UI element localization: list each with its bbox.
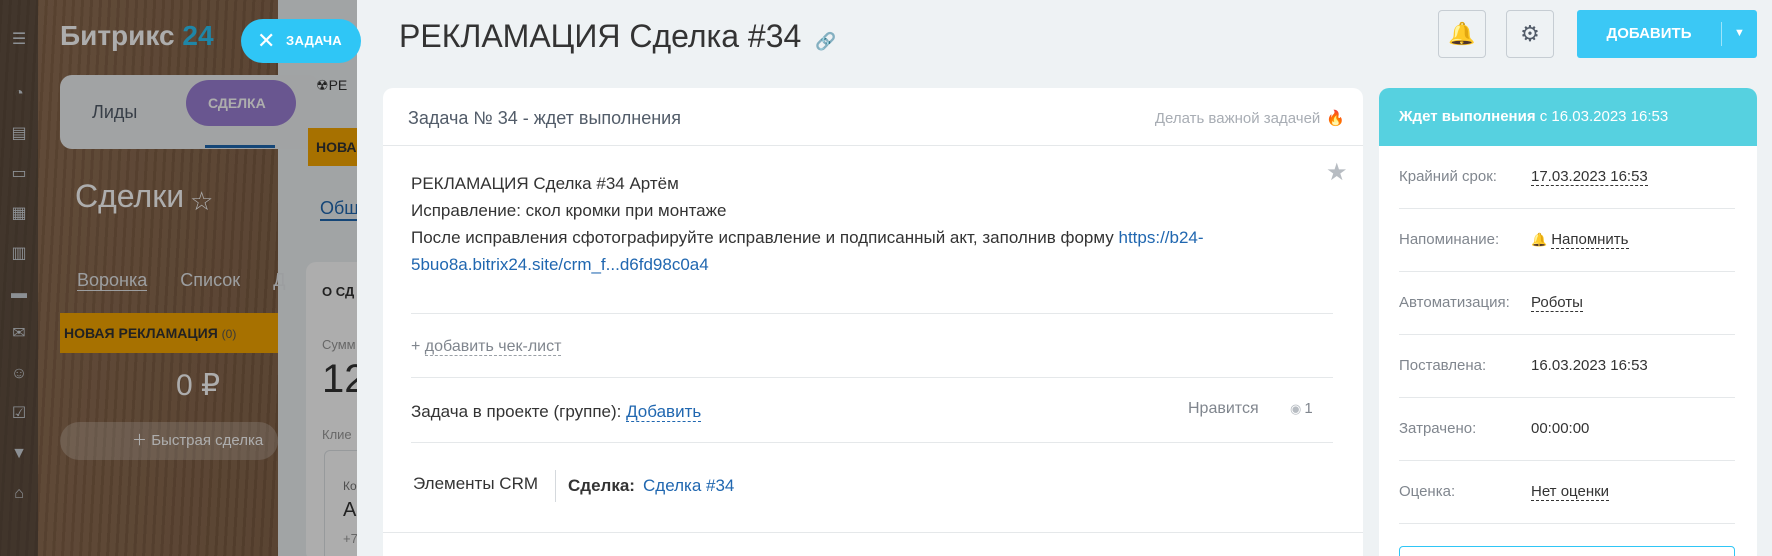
crm-elements-label: Элементы CRM [413, 474, 539, 493]
created-row: Поставлена: 16.03.2023 16:53 [1399, 335, 1735, 398]
project-row: Задача в проекте (группе): Добавить [411, 402, 702, 422]
favorite-star-icon[interactable]: ★ [1326, 158, 1348, 187]
crm-deal-link[interactable]: Сделка #34 [643, 476, 734, 496]
notification-bell-button[interactable]: 🔔 [1438, 10, 1486, 58]
views-counter: ◉ 1 [1290, 400, 1313, 417]
task-sidebar: Ждет выполнения с 16.03.2023 16:53 Крайн… [1379, 88, 1757, 556]
divider [383, 532, 1363, 533]
rating-link[interactable]: Нет оценки [1531, 483, 1610, 501]
remind-link[interactable]: Напомнить [1551, 231, 1629, 249]
copy-link-icon[interactable]: 🔗 [815, 32, 836, 51]
deadline-row: Крайний срок: 17.03.2023 16:53 [1399, 146, 1735, 209]
task-card: Задача № 34 - ждет выполнения Делать важ… [383, 88, 1363, 556]
robots-link[interactable]: Роботы [1531, 294, 1583, 312]
close-task-slider-button[interactable]: ✕ ЗАДАЧА [241, 19, 361, 63]
task-header: Задача № 34 - ждет выполнения Делать важ… [383, 88, 1363, 146]
eye-icon: ◉ [1290, 401, 1302, 416]
make-important-link[interactable]: Делать важной задачей 🔥 [1155, 109, 1345, 127]
task-description: РЕКЛАМАЦИЯ Сделка #34 Артём Исправление:… [411, 174, 1204, 274]
project-add-link[interactable]: Добавить [626, 402, 702, 422]
reminder-row: Напоминание: 🔔 Напомнить [1399, 209, 1735, 272]
crm-deal-label: Сделка: [568, 476, 635, 495]
bell-icon: 🔔 [1531, 232, 1548, 247]
crm-separator [555, 470, 556, 502]
plus-icon: + [411, 338, 421, 355]
rating-row: Оценка: Нет оценки [1399, 461, 1735, 524]
close-icon: ✕ [257, 28, 276, 53]
created-value: 16.03.2023 16:53 [1531, 357, 1648, 374]
overlay-dim[interactable] [0, 0, 357, 556]
divider [411, 377, 1333, 378]
time-spent-row: Затрачено: 00:00:00 [1399, 398, 1735, 461]
gear-icon: ⚙ [1520, 21, 1540, 46]
add-button[interactable]: ДОБАВИТЬ ▼ [1577, 10, 1757, 58]
add-checklist-link[interactable]: + добавить чек-лист [411, 338, 562, 356]
divider [411, 442, 1333, 443]
task-slider: РЕКЛАМАЦИЯ Сделка #34 🔗 🔔 ⚙ ДОБАВИТЬ ▼ За… [357, 0, 1772, 556]
settings-button[interactable]: ⚙ [1506, 10, 1554, 58]
status-header: Ждет выполнения с 16.03.2023 16:53 [1379, 88, 1757, 146]
deadline-value[interactable]: 17.03.2023 16:53 [1531, 168, 1648, 186]
time-spent-value: 00:00:00 [1531, 420, 1590, 437]
like-button[interactable]: Нравится [1188, 400, 1259, 418]
bell-icon: 🔔 [1448, 21, 1476, 46]
slider-title: РЕКЛАМАЦИЯ Сделка #34 🔗 [399, 18, 837, 54]
sidebar-action-button[interactable] [1399, 546, 1735, 556]
chevron-down-icon[interactable]: ▼ [1722, 10, 1757, 58]
automation-row: Автоматизация: Роботы [1399, 272, 1735, 335]
divider [411, 313, 1333, 314]
task-title: Задача № 34 - ждет выполнения [408, 108, 681, 128]
flame-icon: 🔥 [1326, 110, 1345, 127]
